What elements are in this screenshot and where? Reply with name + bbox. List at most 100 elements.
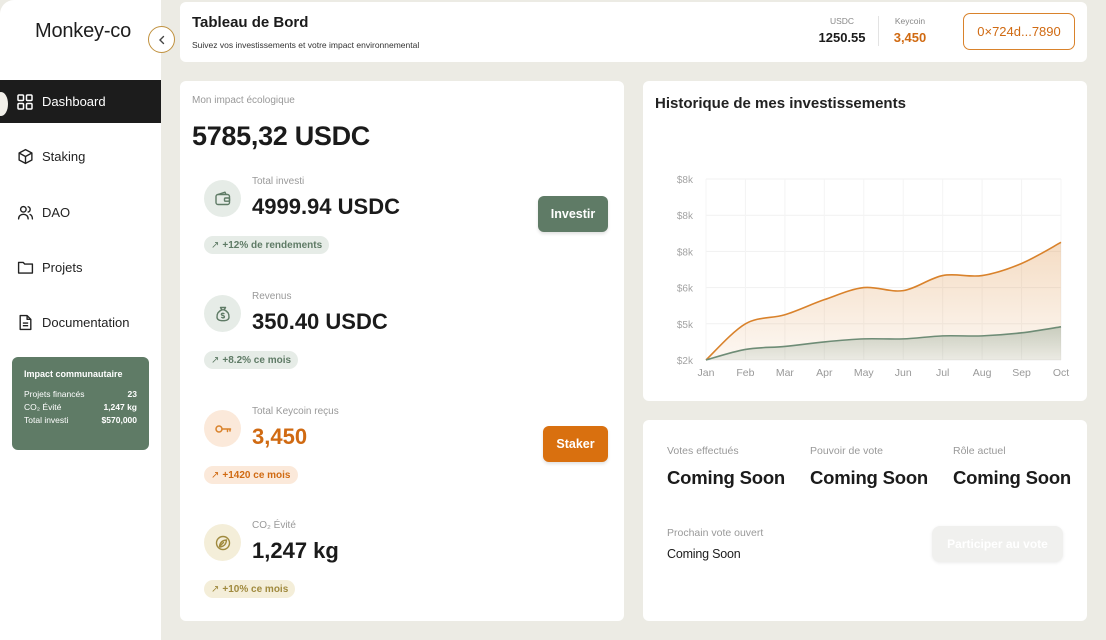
impact-card-row: CO₂ Évité 1,247 kg xyxy=(24,402,137,412)
stat-trend-pill: ↗ +8.2% ce mois xyxy=(204,351,299,369)
x-tick-label: May xyxy=(854,367,875,379)
stake-button[interactable]: Staker xyxy=(543,426,608,462)
investment-history-panel: Historique de mes investissements $2k $5k… xyxy=(643,81,1087,401)
impact-card-row: Projets financés 23 xyxy=(24,389,137,399)
stat-label: Total investi xyxy=(252,176,305,187)
pill-text: +8.2% ce mois xyxy=(222,354,292,366)
keycoin-label: Keycoin xyxy=(894,16,926,26)
trend-up-icon: ↗ xyxy=(211,469,220,481)
leaf-icon xyxy=(204,524,241,561)
dao-stat-label: Rôle actuel xyxy=(953,445,1006,457)
sidebar-nav: Dashboard Staking DAO Projets Documentat… xyxy=(0,80,161,356)
impact-card-title: Impact communautaire xyxy=(24,369,123,379)
pill-text: +10% ce mois xyxy=(222,583,289,595)
impact-panel: Mon impact écologique 5785,32 USDC Total… xyxy=(180,81,624,621)
trend-up-icon: ↗ xyxy=(211,239,220,251)
stat-label: Revenus xyxy=(252,291,292,302)
dao-stat-role: Rôle actuel Coming Soon xyxy=(953,445,1071,489)
stat-trend-pill: ↗ +12% de rendements xyxy=(204,236,330,254)
dao-stat-voting-power: Pouvoir de vote Coming Soon xyxy=(810,445,928,489)
x-tick-label: Jul xyxy=(936,367,949,379)
dao-stat-label: Pouvoir de vote xyxy=(810,445,883,457)
page-subtitle: Suivez vos investissements et votre impa… xyxy=(192,40,420,50)
sidebar-item-dao[interactable]: DAO xyxy=(0,191,161,234)
next-vote-value: Coming Soon xyxy=(667,547,741,561)
trend-up-icon: ↗ xyxy=(211,583,220,595)
key-icon xyxy=(204,410,241,447)
y-tick-label: $2k xyxy=(677,356,694,367)
sidebar-item-documentation[interactable]: Documentation xyxy=(0,301,161,344)
page-title: Tableau de Bord xyxy=(192,14,309,31)
x-tick-label: Oct xyxy=(1053,367,1069,379)
trend-up-icon: ↗ xyxy=(211,354,220,366)
sidebar-item-label: Staking xyxy=(42,149,86,165)
keycoin-value: 3,450 xyxy=(893,30,927,45)
x-tick-label: Sep xyxy=(1012,367,1031,379)
pill-text: +1420 ce mois xyxy=(222,469,291,481)
dao-stat-value: Coming Soon xyxy=(810,467,929,488)
x-tick-label: Aug xyxy=(973,367,992,379)
folder-icon xyxy=(16,258,34,276)
x-tick-label: Jan xyxy=(698,367,715,379)
stat-value: 4999.94 USDC xyxy=(252,194,400,219)
header-divider xyxy=(878,16,879,46)
y-tick-label: $6k xyxy=(677,284,694,295)
dao-stat-label: Votes effectués xyxy=(667,445,739,457)
collapse-sidebar-button[interactable] xyxy=(148,26,175,53)
sidebar-item-projets[interactable]: Projets xyxy=(0,246,161,289)
dao-next-vote: Prochain vote ouvert Coming Soon xyxy=(667,527,763,561)
grid-icon xyxy=(16,93,34,111)
sidebar-item-label: DAO xyxy=(42,204,71,220)
impact-row-value: 23 xyxy=(127,389,137,399)
document-icon xyxy=(16,314,34,332)
cube-icon xyxy=(16,148,34,166)
participate-vote-button[interactable]: Participer au vote xyxy=(932,526,1063,562)
wallet-address-button[interactable]: 0×724d...7890 xyxy=(963,13,1075,50)
impact-row-value: 1,247 kg xyxy=(103,402,137,412)
investment-chart: $2k $5k $6k $8k $8k $8k Jan Feb Mar Apr May Jun Jul A… xyxy=(677,175,1069,379)
page-header: Tableau de Bord Suivez vos investissemen… xyxy=(180,2,1087,62)
impact-row-label: Total investi xyxy=(24,415,69,425)
x-tick-label: Jun xyxy=(895,367,912,379)
impact-label: Mon impact écologique xyxy=(192,95,295,106)
impact-row-label: Projets financés xyxy=(24,389,85,399)
community-impact-card: Impact communautaire Projets financés 23… xyxy=(12,357,149,450)
impact-row-value: $570,000 xyxy=(101,415,137,425)
y-tick-label: $8k xyxy=(677,211,694,222)
dao-stat-votes: Votes effectués Coming Soon xyxy=(667,445,785,489)
dao-panel: Votes effectués Coming Soon Pouvoir de v… xyxy=(643,420,1087,621)
stat-value: 350.40 USDC xyxy=(252,309,388,334)
usdc-value: 1250.55 xyxy=(818,30,866,45)
dao-stat-value: Coming Soon xyxy=(667,467,786,488)
y-tick-label: $8k xyxy=(677,175,694,186)
money-bag-icon xyxy=(204,295,241,332)
sidebar-item-label: Documentation xyxy=(42,315,130,331)
stat-trend-pill: ↗ +1420 ce mois xyxy=(204,466,298,484)
usdc-label: USDC xyxy=(829,16,855,26)
x-tick-label: Feb xyxy=(736,367,754,379)
sidebar-item-label: Projets xyxy=(42,259,83,275)
next-vote-label: Prochain vote ouvert xyxy=(667,527,764,539)
y-tick-label: $5k xyxy=(677,320,694,331)
wallet-icon xyxy=(204,180,241,217)
logo: Monkey-co xyxy=(35,20,132,42)
dao-stat-value: Coming Soon xyxy=(953,467,1072,488)
stat-value: 1,247 kg xyxy=(252,538,339,563)
invest-button[interactable]: Investir xyxy=(538,196,608,232)
x-tick-label: Mar xyxy=(776,367,795,379)
x-tick-label: Apr xyxy=(816,367,833,379)
sidebar-item-label: Dashboard xyxy=(42,94,106,109)
usdc-balance: USDC 1250.55 xyxy=(817,16,867,45)
stat-label: Total Keycoin reçus xyxy=(252,406,339,417)
sidebar: Monkey-co Dashboard Staking DAO Projets xyxy=(0,0,161,640)
impact-row-label: CO₂ Évité xyxy=(24,402,62,412)
keycoin-balance: Keycoin 3,450 xyxy=(890,16,930,45)
stat-value: 3,450 xyxy=(252,424,308,449)
pill-text: +12% de rendements xyxy=(222,239,323,251)
stat-label: CO₂ Évité xyxy=(252,520,296,531)
sidebar-item-dashboard[interactable]: Dashboard xyxy=(0,80,161,123)
users-icon xyxy=(16,203,34,221)
impact-total: 5785,32 USDC xyxy=(192,121,371,151)
sidebar-item-staking[interactable]: Staking xyxy=(0,135,161,178)
impact-card-row: Total investi $570,000 xyxy=(24,415,137,425)
